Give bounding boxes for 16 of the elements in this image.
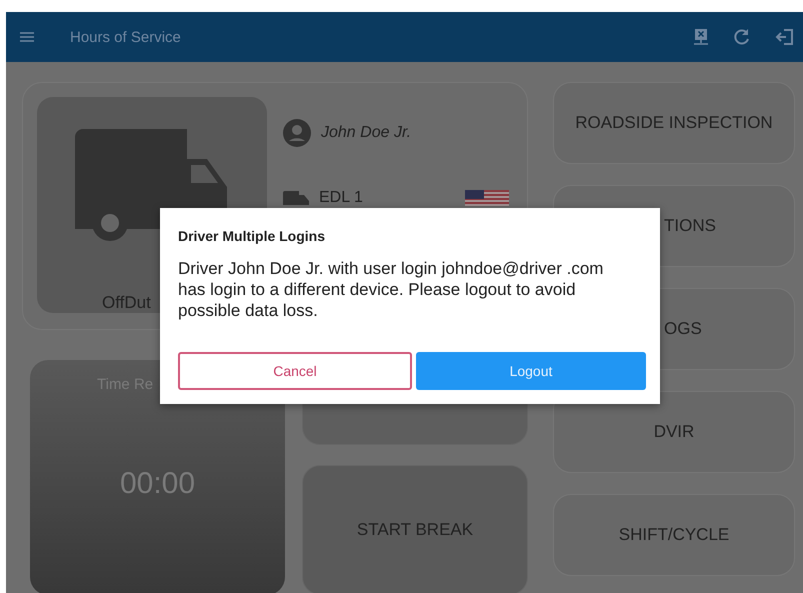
menu-button[interactable]: DVIR xyxy=(553,391,795,473)
app-title: Hours of Service xyxy=(70,28,181,46)
logout-button[interactable]: Logout xyxy=(416,352,646,390)
menu-icon[interactable] xyxy=(20,32,34,42)
menu-button[interactable]: SHIFT/CYCLE xyxy=(553,494,795,576)
flag-icon xyxy=(465,190,509,206)
truck-icon xyxy=(283,191,309,205)
vehicle-name: EDL 1 xyxy=(319,189,363,207)
monitor-x-icon[interactable] xyxy=(693,28,709,46)
user-icon xyxy=(283,119,311,147)
driver-name: John Doe Jr. xyxy=(321,124,412,142)
cancel-button[interactable]: Cancel xyxy=(178,352,412,390)
start-break-button[interactable]: START BREAK xyxy=(302,465,528,593)
logout-icon[interactable] xyxy=(775,27,795,47)
menu-button[interactable]: ROADSIDE INSPECTION xyxy=(553,82,795,164)
refresh-icon[interactable] xyxy=(733,28,751,46)
